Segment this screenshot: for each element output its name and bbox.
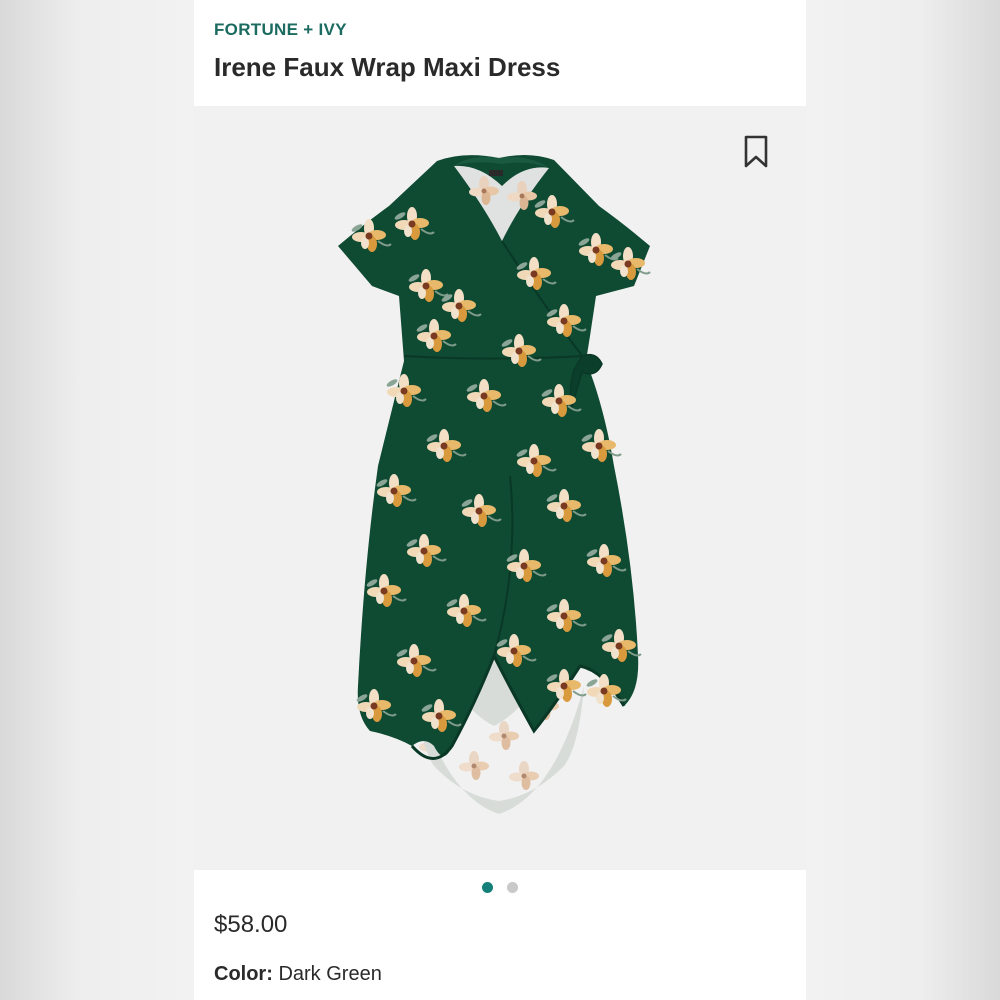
carousel-dot-2[interactable] <box>507 882 518 893</box>
product-card: FORTUNE + IVY Irene Faux Wrap Maxi Dress <box>194 0 806 1000</box>
carousel-dot-1[interactable] <box>482 882 493 893</box>
color-label: Color: <box>214 963 273 985</box>
product-title: Irene Faux Wrap Maxi Dress <box>214 52 561 82</box>
carousel-indicator <box>194 882 806 896</box>
product-image-carousel[interactable] <box>194 106 806 870</box>
brand-name[interactable]: FORTUNE + IVY <box>214 20 347 40</box>
product-price: $58.00 <box>214 911 288 938</box>
dress-image <box>338 154 651 814</box>
product-color: Color: Dark Green <box>214 963 382 986</box>
color-value: Dark Green <box>278 963 382 985</box>
product-header: FORTUNE + IVY Irene Faux Wrap Maxi Dress <box>194 0 806 106</box>
bookmark-icon[interactable] <box>742 135 770 169</box>
